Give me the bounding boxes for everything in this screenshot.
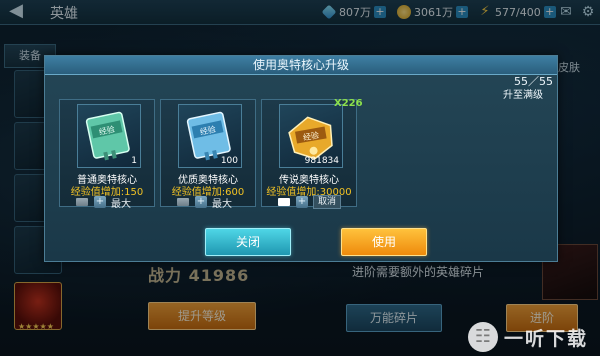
item-slot[interactable]: 经验 1: [77, 104, 141, 168]
ear-logo-icon: ☷: [468, 322, 498, 352]
cancel-button[interactable]: 取消: [313, 195, 342, 209]
upgrade-dialog: 使用奥特核心升级 55／55 升至满级 经验 1 普通奥特核心 经验值增加:15…: [44, 55, 558, 262]
level-progress-note: 升至满级: [503, 90, 543, 101]
close-button[interactable]: 关闭: [205, 228, 291, 256]
quantity-stepper: + 最大: [76, 195, 131, 210]
watermark-text: 一听下载: [504, 327, 589, 350]
increase-button[interactable]: +: [94, 196, 106, 208]
increase-button[interactable]: +: [296, 196, 308, 208]
item-count: 100: [220, 156, 238, 166]
decrease-button[interactable]: [76, 198, 88, 206]
decrease-button[interactable]: [278, 198, 290, 206]
item-slot[interactable]: 经验 981834: [279, 104, 343, 168]
selected-quantity: X226: [334, 98, 363, 109]
item-count: 981834: [304, 156, 339, 166]
watermark: ☷ 一听下载: [468, 318, 600, 356]
item-slot[interactable]: 经验 100: [178, 104, 242, 168]
screen: ◀ 英雄 807万 + 3061万 + ⚡ 577/400 + ✉ ⚙ 装备 ★…: [0, 0, 600, 356]
increase-button[interactable]: +: [195, 196, 207, 208]
max-button[interactable]: 最大: [111, 195, 131, 210]
max-button[interactable]: 最大: [212, 195, 232, 210]
item-count: 1: [131, 156, 137, 166]
use-button[interactable]: 使用: [341, 228, 427, 256]
item-card-quality-core: 经验 100 优质奥特核心 经验值增加:600 + 最大: [160, 99, 256, 210]
item-card-common-core: 经验 1 普通奥特核心 经验值增加:150 + 最大: [59, 99, 155, 210]
quantity-stepper: + 取消: [278, 195, 342, 209]
decrease-button[interactable]: [177, 198, 189, 206]
dialog-header: 使用奥特核心升级: [45, 56, 557, 75]
item-card-legend-core: 经验 981834 X226 传说奥特核心 经验值增加:30000 + 取消: [261, 98, 363, 209]
dialog-title: 使用奥特核心升级: [252, 58, 349, 72]
quantity-stepper: + 最大: [177, 195, 232, 210]
